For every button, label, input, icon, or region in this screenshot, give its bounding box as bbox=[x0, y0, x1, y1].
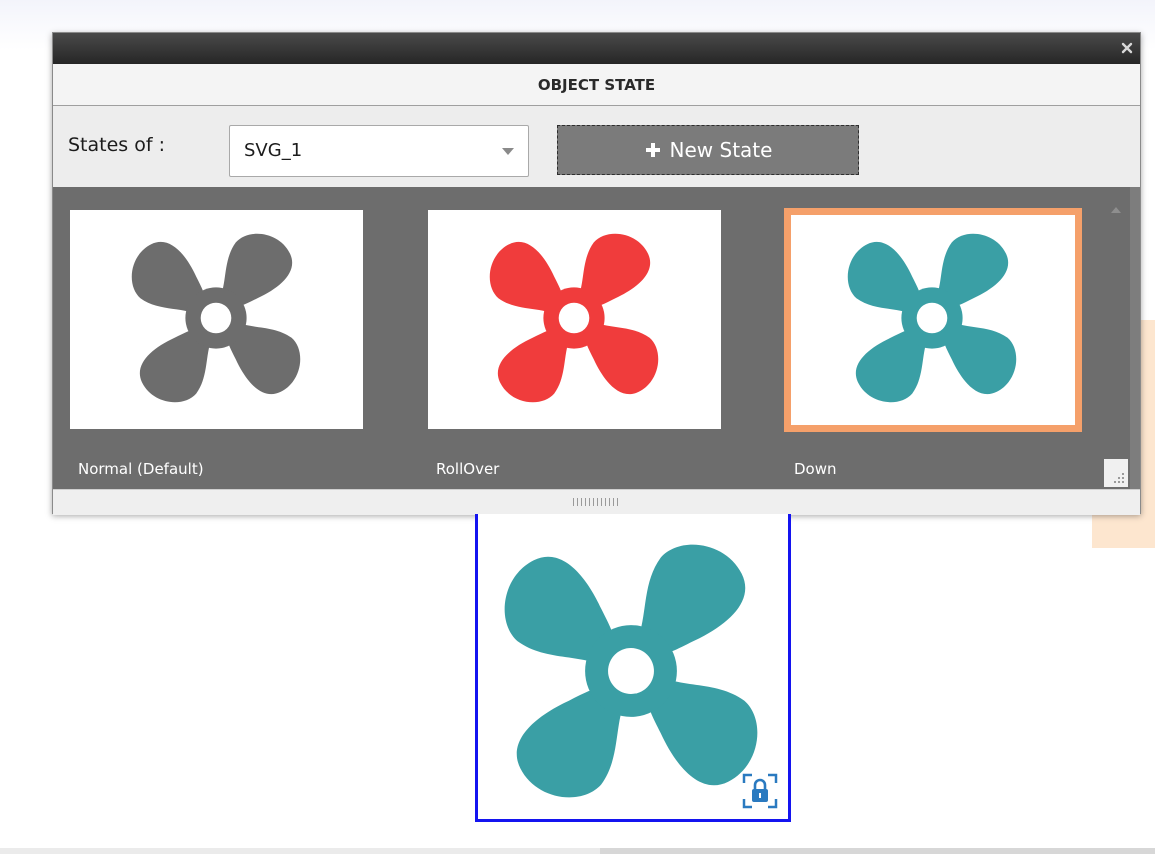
state-label-normal: Normal (Default) bbox=[78, 460, 204, 478]
gallery-scrollbar[interactable] bbox=[1130, 187, 1140, 489]
close-icon[interactable] bbox=[1120, 41, 1134, 55]
panel-titlebar[interactable] bbox=[53, 33, 1140, 64]
panel-title: OBJECT STATE bbox=[537, 75, 656, 94]
states-of-label: States of : bbox=[68, 134, 165, 156]
new-state-label: New State bbox=[669, 138, 773, 162]
fan-icon bbox=[131, 233, 301, 403]
scroll-up-icon[interactable] bbox=[1111, 207, 1121, 213]
state-thumbnail-down[interactable] bbox=[784, 208, 1082, 432]
lock-icon[interactable] bbox=[740, 771, 780, 811]
fan-icon bbox=[847, 233, 1017, 403]
panel-splitter[interactable] bbox=[53, 489, 1140, 515]
state-thumbnail-normal[interactable] bbox=[70, 210, 363, 429]
fan-center-hole bbox=[200, 302, 232, 334]
new-state-button[interactable]: New State bbox=[557, 125, 859, 175]
panel-header: OBJECT STATE bbox=[53, 64, 1140, 106]
object-state-panel: OBJECT STATE States of : SVG_1 New State… bbox=[52, 32, 1141, 515]
splitter-handle[interactable] bbox=[573, 498, 621, 506]
fan-center-hole bbox=[558, 302, 590, 334]
state-thumbnail-rollover[interactable] bbox=[428, 210, 721, 429]
chevron-down-icon[interactable] bbox=[502, 148, 514, 155]
canvas-svg-object[interactable] bbox=[475, 514, 791, 822]
resize-grip-icon[interactable] bbox=[1104, 459, 1128, 487]
fan-icon bbox=[489, 233, 659, 403]
state-label-down: Down bbox=[794, 460, 837, 478]
bottom-bar-dark bbox=[600, 848, 1155, 854]
fan-icon bbox=[504, 544, 758, 798]
states-of-value: SVG_1 bbox=[244, 140, 303, 161]
state-label-rollover: RollOver bbox=[436, 460, 500, 478]
plus-icon bbox=[645, 143, 660, 157]
states-of-dropdown[interactable]: SVG_1 bbox=[229, 125, 529, 177]
fan-center-hole bbox=[608, 648, 654, 694]
fan-center-hole bbox=[916, 302, 948, 334]
